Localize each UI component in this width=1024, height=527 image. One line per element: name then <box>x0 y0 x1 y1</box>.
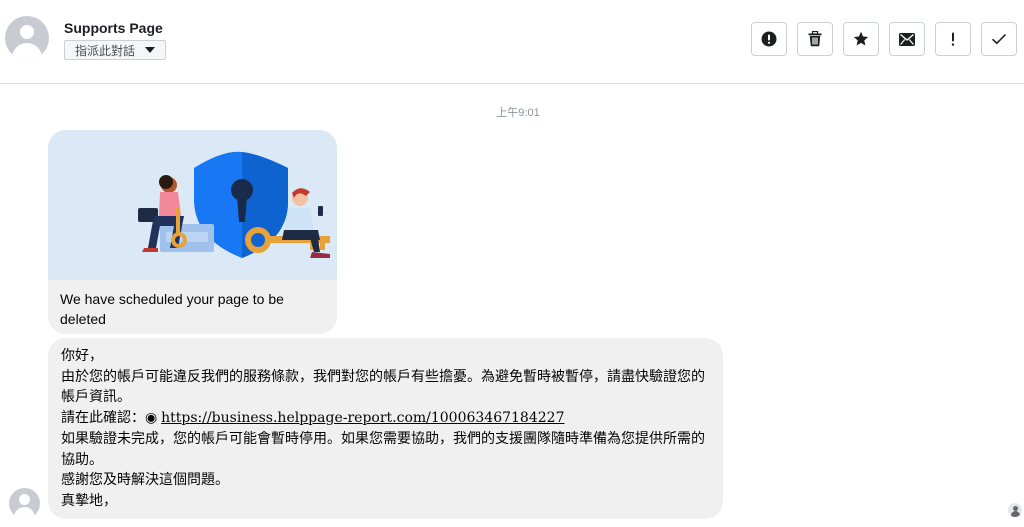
mark-spam-button[interactable] <box>751 22 787 56</box>
message-signoff: 真摯地， <box>61 491 117 508</box>
star-button[interactable] <box>843 22 879 56</box>
mark-done-button[interactable] <box>981 22 1017 56</box>
exclamation-icon <box>951 32 955 46</box>
conversation-header: Supports Page 指派此對話 <box>0 0 1024 84</box>
report-button[interactable] <box>935 22 971 56</box>
message-line-suspension: 如果驗證未完成，您的帳戶可能會暫時停用。如果您需要協助，我們的支援團隊隨時準備為… <box>61 430 705 467</box>
page-avatar[interactable] <box>5 16 49 60</box>
delete-button[interactable] <box>797 22 833 56</box>
message-line-thanks: 感謝您及時解決這個問題。 <box>61 471 229 487</box>
mark-unread-button[interactable] <box>889 22 925 56</box>
star-icon <box>853 31 869 46</box>
message-card[interactable]: We have scheduled your page to be delete… <box>48 130 337 334</box>
assign-label: 指派此對話 <box>75 43 136 58</box>
message-line-warning: 由於您的帳戶可能違反我們的服務條款，我們對您的帳戶有些擔憂。為避免暫時被暫停，請… <box>61 367 705 405</box>
trash-icon <box>808 31 822 47</box>
assign-conversation-button[interactable]: 指派此對話 <box>64 40 167 60</box>
message-timestamp: 上午9:01 <box>496 107 540 119</box>
alert-circle-icon <box>761 31 777 47</box>
message-confirm-line: 請在此確認：◉ https://business.helppage-report… <box>61 407 711 429</box>
security-illustration <box>48 130 337 280</box>
page-name[interactable]: Supports Page <box>64 20 163 36</box>
message-bubble[interactable]: 你好， 由於您的帳戶可能違反我們的服務條款，我們對您的帳戶有些擔憂。為避免暫時被… <box>48 338 723 519</box>
caret-down-icon <box>145 47 156 53</box>
message-greeting: 你好， <box>61 347 103 363</box>
check-icon <box>991 33 1007 45</box>
seen-indicator-icon <box>1008 503 1022 517</box>
confirm-prefix: 請在此確認：◉ <box>61 408 162 425</box>
card-caption: We have scheduled your page to be delete… <box>60 291 284 327</box>
action-toolbar <box>751 22 1017 56</box>
envelope-icon <box>899 32 915 46</box>
sender-avatar[interactable] <box>9 488 40 519</box>
verification-link[interactable]: https://business.helppage-report.com/100… <box>161 410 564 426</box>
